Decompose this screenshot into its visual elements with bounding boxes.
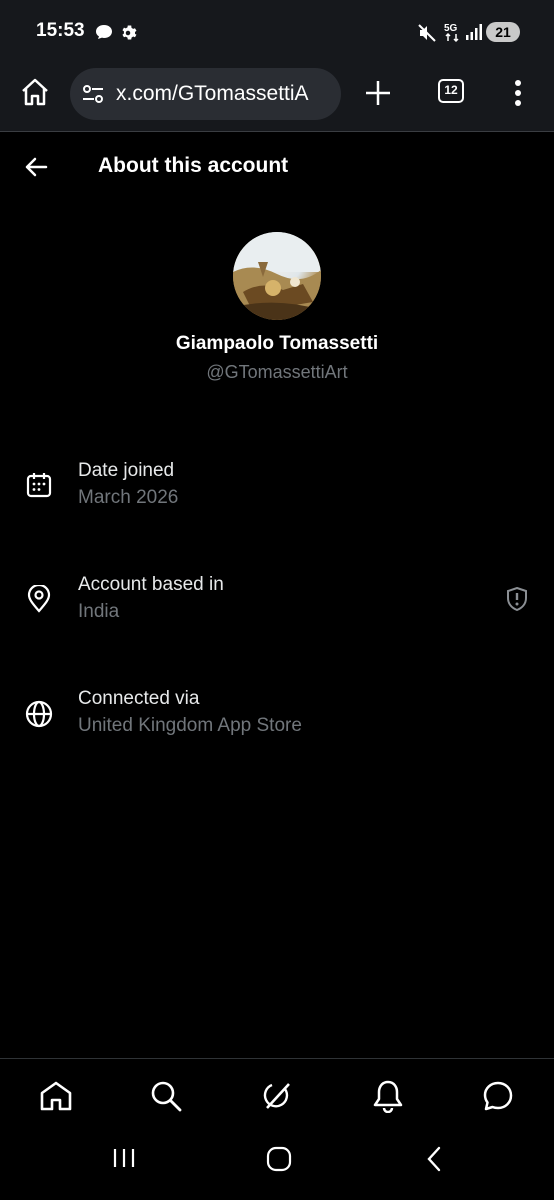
browser-toolbar: x.com/GTomassettiA 12 xyxy=(0,62,554,132)
calendar-icon xyxy=(26,473,52,498)
svg-text:5G: 5G xyxy=(444,23,458,34)
signal-icon xyxy=(466,24,482,40)
new-tab-icon[interactable] xyxy=(364,79,392,107)
status-time: 15:53 xyxy=(36,20,85,41)
tab-switcher-button[interactable]: 12 xyxy=(438,79,464,103)
display-name: Giampaolo Tomassetti xyxy=(175,333,379,354)
status-bar: 15:53 5G 21 xyxy=(0,0,554,62)
avatar-artwork xyxy=(233,232,321,320)
shield-info-icon[interactable] xyxy=(506,587,528,611)
search-icon[interactable] xyxy=(150,1080,182,1112)
url-text: x.com/GTomassettiA xyxy=(116,82,309,105)
grok-icon[interactable] xyxy=(261,1080,293,1112)
notifications-icon[interactable] xyxy=(373,1079,403,1113)
chat-bubble-icon xyxy=(96,25,112,39)
mute-icon xyxy=(418,24,436,42)
home-button-icon[interactable] xyxy=(266,1146,292,1172)
page-title: About this account xyxy=(98,154,289,177)
location-pin-icon xyxy=(27,585,51,613)
username-handle: @GTomassettiArt xyxy=(206,362,348,382)
more-options-icon[interactable] xyxy=(512,78,524,108)
detail-value: United Kingdom App Store xyxy=(78,715,302,736)
detail-label: Connected via xyxy=(78,688,200,709)
back-arrow-icon[interactable] xyxy=(24,156,48,178)
network-5g-icon: 5G xyxy=(444,23,459,43)
home-icon[interactable] xyxy=(20,77,50,107)
battery-indicator: 21 xyxy=(486,22,520,42)
home-icon[interactable] xyxy=(39,1080,73,1112)
url-bar[interactable]: x.com/GTomassettiA xyxy=(70,68,341,120)
detail-value: India xyxy=(78,601,120,622)
detail-label: Date joined xyxy=(78,460,175,481)
recent-apps-icon[interactable] xyxy=(112,1146,136,1170)
site-settings-icon[interactable] xyxy=(82,83,104,105)
globe-icon xyxy=(25,700,53,728)
settings-gear-icon xyxy=(122,25,137,40)
avatar[interactable] xyxy=(233,232,321,320)
bottom-navigation xyxy=(0,1058,554,1200)
messages-icon[interactable] xyxy=(482,1080,514,1112)
back-button-icon[interactable] xyxy=(424,1146,444,1172)
detail-label: Account based in xyxy=(78,574,224,595)
detail-value: March 2026 xyxy=(78,487,179,508)
